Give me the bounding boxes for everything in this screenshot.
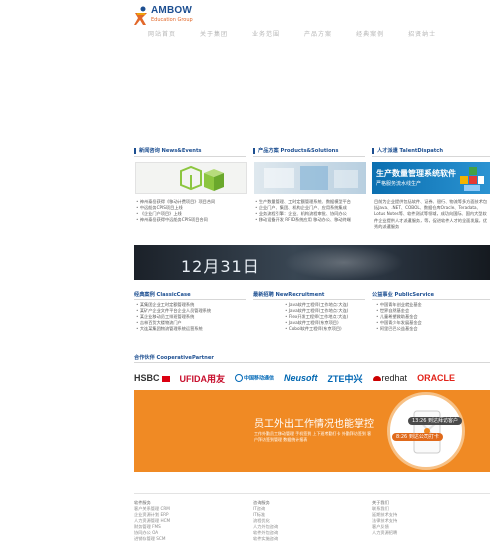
nav-products[interactable]: 产品方案 bbox=[304, 29, 332, 39]
partner-redhat-text: redhat bbox=[381, 373, 408, 383]
footer-link[interactable]: 软件实施咨询 bbox=[253, 536, 278, 542]
promo-title: 员工外出工作情况也能掌控 bbox=[254, 419, 374, 430]
talent-heading-text: 人才派遣 TalentDispatch bbox=[377, 148, 444, 154]
footer-link[interactable]: 进销存管理 SCM bbox=[134, 536, 170, 542]
products-heading-text: 产品方案 Products&Solutions bbox=[258, 148, 339, 154]
talent-rule bbox=[372, 156, 490, 157]
nav-business[interactable]: 业务范围 bbox=[252, 29, 280, 39]
arrival-chip-client: 13:26 到达拜访客户 bbox=[408, 417, 462, 425]
logo-person-icon bbox=[134, 6, 147, 25]
recruit-list: Java软件工程师(工作地点:大连) Java软件工程师(工作地点:大连) Fl… bbox=[285, 302, 349, 332]
talent-text: 目前为企业提供包括软件、证券、银行、物流等多方面技术包括Java、.NET、CO… bbox=[374, 199, 488, 229]
nav-jobs[interactable]: 招贤纳士 bbox=[408, 29, 436, 39]
partner-ufida[interactable]: UFIDA用友 bbox=[180, 372, 226, 385]
list-item[interactable]: 神州泰岳获得中远船务CPIS项目合同 bbox=[136, 217, 215, 223]
footer-col-about: 关于我们 联系我们 延期技术支持 法律技术支持 客户反馈 人力资源招聘 bbox=[372, 500, 397, 536]
phone-map-icon bbox=[413, 410, 441, 454]
talent-image-title: 生产数量管理系统软件 bbox=[376, 169, 456, 178]
banner-glow bbox=[284, 245, 404, 280]
partner-logos: HSBC UFIDA用友 中国移动通信 Neusoft ZTE中兴 redhat… bbox=[134, 367, 490, 389]
partner-china-mobile[interactable]: 中国移动通信 bbox=[235, 374, 274, 382]
nav-about[interactable]: 关于集团 bbox=[200, 29, 228, 39]
news-heading-text: 新闻咨询 News&Events bbox=[139, 148, 202, 154]
footer-col-consulting: 咨询服务 IT咨询 IT标准 流程优化 人力外包咨询 软件外包咨询 软件实施咨询 bbox=[253, 500, 278, 542]
tech-panels-graphic bbox=[264, 166, 358, 190]
products-list: 生产数量管理、工时定额管理系统、数据模型平台 企业门户、集团、机构企业门户、应用… bbox=[255, 199, 351, 223]
list-item[interactable]: 移动设备开发 RFID系统应用 移动办公、移动终端 bbox=[255, 217, 351, 223]
logo-subtitle: Education Group bbox=[151, 17, 193, 23]
recruit-heading[interactable]: 最新招聘 NewRecruitment bbox=[253, 291, 324, 298]
partners-rule bbox=[134, 362, 490, 363]
partner-china-mobile-text: 中国移动通信 bbox=[244, 375, 275, 382]
partners-heading: 合作伙伴 CooperativePartner bbox=[134, 354, 214, 361]
news-heading[interactable]: 新闻咨询 News&Events bbox=[134, 147, 202, 154]
list-item[interactable]: 大连某集团物流管理系统运营系统 bbox=[136, 326, 211, 332]
nav-home[interactable]: 网站首页 bbox=[148, 29, 176, 39]
footer-rule bbox=[134, 493, 490, 494]
colored-cubes-graphic bbox=[460, 167, 484, 191]
public-list: 中国青年创业就业基金 世界自然基金会 儿童希望救助基金会 中国青少年发展基金会 … bbox=[376, 302, 422, 332]
cases-heading[interactable]: 经典案例 ClassicCase bbox=[134, 291, 191, 298]
public-heading[interactable]: 公益事业 PublicService bbox=[372, 291, 434, 298]
news-rule bbox=[134, 156, 246, 157]
partner-hsbc-text: HSBC bbox=[134, 373, 160, 383]
partner-redhat[interactable]: redhat bbox=[372, 373, 408, 383]
cases-list: 某集团企业工时定额管理系统 某矿产企业文件平台企业人员管理系统 某企业移动员工排… bbox=[136, 302, 211, 332]
promo-banner[interactable]: 员工外出工作情况也能掌控 工作外勤员工移动管理 手机签到 上下班考勤打卡 外勤拜… bbox=[134, 390, 490, 472]
recruit-rule bbox=[253, 299, 365, 300]
talent-image[interactable]: 生产数量管理系统软件 严格服务流水线生产 bbox=[372, 162, 490, 194]
talent-heading[interactable]: 人才派遣 TalentDispatch bbox=[372, 147, 443, 154]
partner-zte[interactable]: ZTE中兴 bbox=[328, 372, 363, 385]
hsbc-hexagon-icon bbox=[161, 375, 170, 382]
public-heading-text: 公益事业 PublicService bbox=[372, 292, 434, 298]
partner-neusoft[interactable]: Neusoft bbox=[284, 373, 318, 383]
footer-col-software: 软件服务 客户关系管理 CRM 企业资源计划 ERP 人力资源管理 HCM 财务… bbox=[134, 500, 170, 542]
list-item[interactable]: 阿里巴巴公益基金会 bbox=[376, 326, 422, 332]
partner-hsbc[interactable]: HSBC bbox=[134, 373, 170, 383]
cases-rule bbox=[134, 299, 246, 300]
products-rule bbox=[253, 156, 365, 157]
ambow-logo[interactable]: AMBOW Education Group bbox=[133, 4, 203, 28]
public-rule bbox=[372, 299, 490, 300]
redhat-hat-icon bbox=[372, 376, 381, 382]
logo-name: AMBOW bbox=[151, 5, 192, 16]
china-mobile-icon bbox=[235, 374, 244, 382]
partner-oracle[interactable]: ORACLE bbox=[417, 373, 455, 383]
talent-image-subtitle: 严格服务流水线生产 bbox=[376, 181, 422, 187]
products-heading[interactable]: 产品方案 Products&Solutions bbox=[253, 147, 338, 154]
news-image[interactable] bbox=[135, 162, 247, 194]
partners-heading-text: 合作伙伴 CooperativePartner bbox=[134, 355, 214, 361]
banner-date: 12月31日 bbox=[181, 257, 260, 276]
footer-link[interactable]: 人力资源招聘 bbox=[372, 530, 397, 536]
date-banner[interactable]: 12月31日 bbox=[134, 245, 490, 280]
products-image[interactable] bbox=[254, 162, 366, 194]
main-nav: 网站首页 关于集团 业务范围 产品方案 经典案例 招贤纳士 bbox=[148, 29, 436, 39]
cases-heading-text: 经典案例 ClassicCase bbox=[134, 292, 191, 298]
list-item[interactable]: Cobol软件工程师(东京项目) bbox=[285, 326, 348, 332]
nav-cases[interactable]: 经典案例 bbox=[356, 29, 384, 39]
arrival-chip-office: 8:26 到达公司打卡 bbox=[392, 433, 443, 441]
promo-subtitle: 工作外勤员工移动管理 手机签到 上下班考勤打卡 外勤拜访签到 客户拜访签到管理 … bbox=[254, 431, 372, 442]
green-cubes-graphic bbox=[180, 165, 224, 191]
phone-circle bbox=[387, 392, 465, 470]
news-list: 神州泰岳获得《移动计费项目》项目合同 中远船务CPIS项目上线 《企业门户项目》… bbox=[136, 199, 215, 223]
recruit-heading-text: 最新招聘 NewRecruitment bbox=[253, 292, 325, 298]
